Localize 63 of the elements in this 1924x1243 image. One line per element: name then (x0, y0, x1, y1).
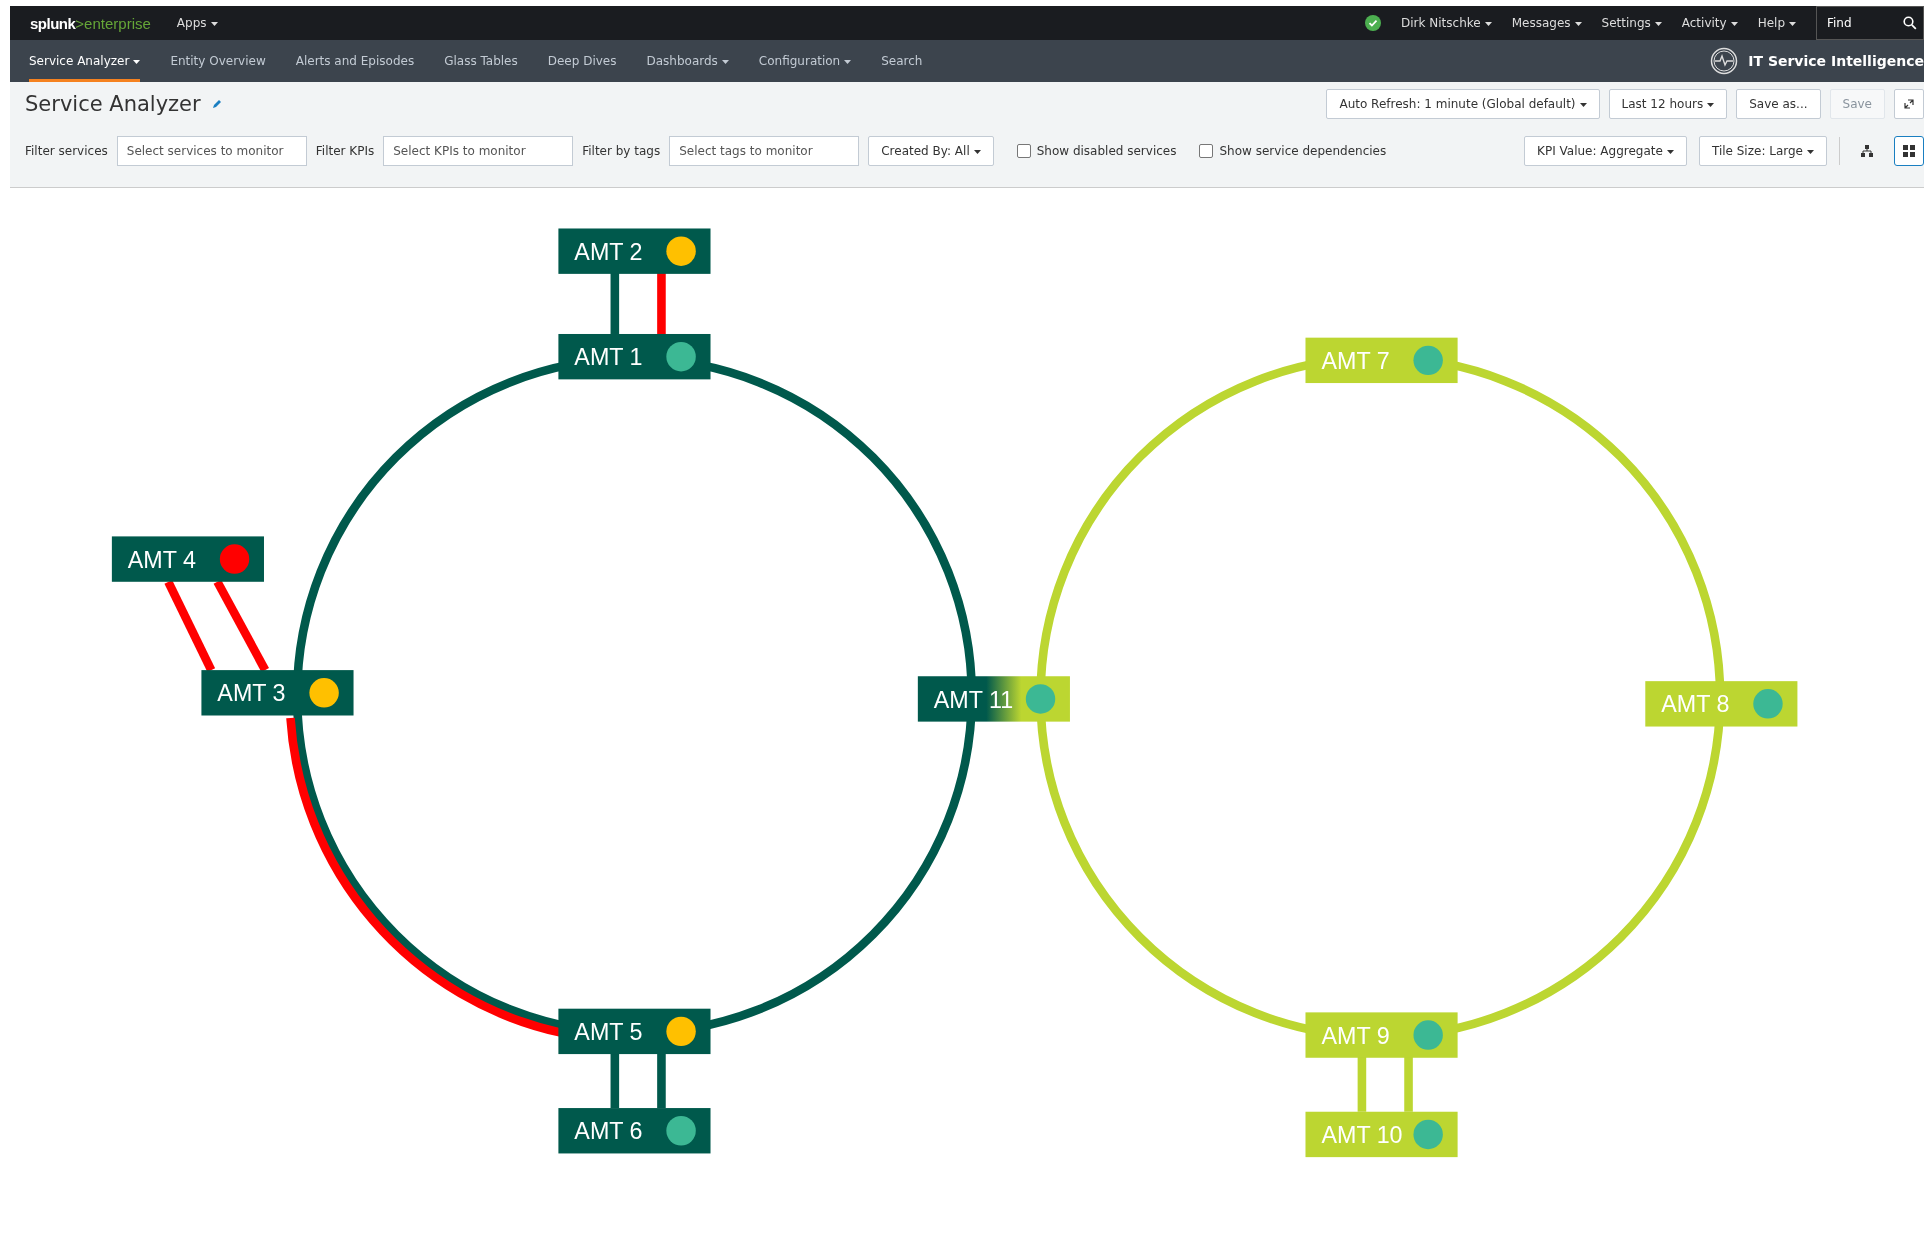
expand-icon (1904, 99, 1914, 109)
node-tile[interactable] (1305, 337, 1458, 384)
grid-view-button[interactable] (1894, 136, 1924, 166)
node-label: AMT 2 (574, 238, 643, 265)
node-tile[interactable] (201, 670, 354, 716)
filter-label: Filter services (25, 144, 108, 158)
node-label: AMT 10 (1321, 1122, 1403, 1148)
nav-tab[interactable]: Dashboards (646, 40, 729, 82)
nav-tab[interactable]: Entity Overview (170, 40, 266, 82)
node-tile[interactable] (558, 334, 711, 380)
checkbox[interactable] (1016, 144, 1031, 158)
node-tile[interactable] (558, 228, 711, 274)
node-label: AMT 4 (127, 546, 196, 573)
node-label: AMT 7 (1321, 347, 1390, 374)
nav-tab[interactable]: Glass Tables (444, 40, 518, 82)
node-tile[interactable] (111, 536, 264, 582)
view-dropdown[interactable]: KPI Value: Aggregate (1524, 136, 1687, 166)
node-tile[interactable] (1305, 1012, 1458, 1058)
node-tile[interactable] (917, 676, 1070, 722)
user-menu[interactable]: Settings (1601, 16, 1662, 30)
checkbox-label: Show disabled services (1036, 144, 1177, 158)
node-tile[interactable] (1305, 1111, 1458, 1158)
node-label: AMT 5 (574, 1018, 643, 1045)
find-field[interactable]: Find (1816, 6, 1924, 40)
toolbar-button[interactable]: Save as... (1736, 89, 1821, 119)
toolbar-button[interactable]: Auto Refresh: 1 minute (Global default) (1326, 89, 1600, 119)
grid-icon (1902, 144, 1916, 158)
pencil-icon[interactable] (210, 98, 223, 110)
filter-field[interactable]: Select KPIs to monitor (383, 136, 574, 166)
filter-label: Filter by tags (582, 144, 661, 158)
fullscreen-button[interactable] (1894, 89, 1924, 119)
hierarchy-icon (1860, 144, 1874, 158)
toolbar-button[interactable]: Last 12 hours (1608, 89, 1728, 119)
node-label: AMT 1 (574, 344, 643, 371)
user-menu[interactable]: Help (1757, 16, 1796, 30)
nav-tab[interactable]: Search (881, 40, 923, 82)
created-by-dropdown[interactable]: Created By: All (868, 136, 994, 166)
checkbox-label: Show service dependencies (1219, 144, 1387, 158)
pulse-icon (1710, 47, 1739, 75)
filter-field[interactable]: Select tags to monitor (669, 136, 860, 166)
app-title: IT Service Intelligence (1748, 53, 1924, 69)
node-label: AMT 11 (933, 686, 1014, 713)
splunk-logo[interactable]: splunk>enterprise (30, 14, 151, 32)
apps-menu[interactable]: Apps (176, 16, 218, 30)
node-label: AMT 9 (1321, 1022, 1390, 1049)
nav-tab[interactable]: Configuration (758, 40, 852, 82)
search-icon (1903, 16, 1917, 30)
user-menu[interactable]: Dirk Nitschke (1401, 16, 1492, 30)
filter-field[interactable]: Select services to monitor (116, 136, 307, 166)
user-menu[interactable]: Messages (1511, 16, 1582, 30)
checkbox[interactable] (1199, 144, 1214, 158)
node-label: AMT 8 (1661, 691, 1730, 718)
node-label: AMT 3 (217, 680, 286, 707)
node-tile[interactable] (558, 1108, 711, 1154)
user-menu[interactable]: Activity (1681, 16, 1738, 30)
nav-tab[interactable]: Deep Dives (547, 40, 617, 82)
nav-tab[interactable]: Alerts and Episodes (295, 40, 415, 82)
node-tile[interactable] (558, 1008, 711, 1055)
filter-label: Filter KPIs (315, 144, 375, 158)
page-title: Service Analyzer (25, 92, 201, 116)
view-dropdown[interactable]: Tile Size: Large (1698, 136, 1827, 166)
node-tile[interactable] (1645, 681, 1798, 727)
node-label: AMT 6 (574, 1118, 643, 1145)
